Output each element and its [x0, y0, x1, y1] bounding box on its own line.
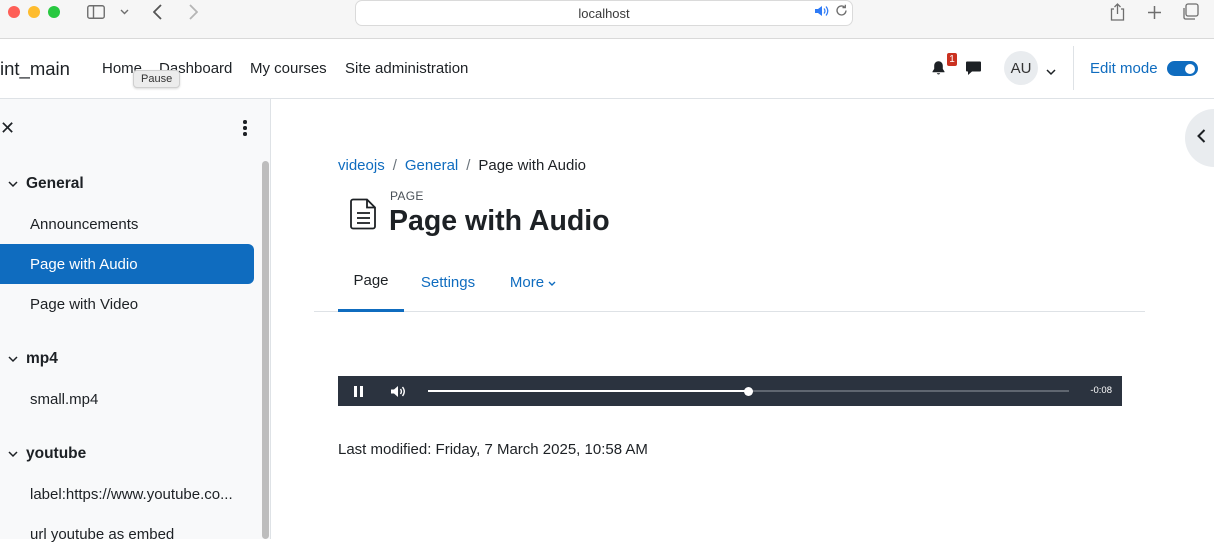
course-item-page-with-audio[interactable]: Page with Audio [0, 244, 254, 284]
remaining-time: -0:08 [1090, 385, 1112, 396]
more-options-icon[interactable] [243, 120, 247, 136]
chevron-down-icon [0, 180, 26, 188]
site-brand[interactable]: int_main [0, 58, 70, 80]
section-mp4[interactable]: mp4 [0, 350, 58, 368]
chevron-left-icon [1197, 128, 1206, 148]
chevron-down-icon [0, 450, 26, 458]
close-window-button[interactable] [8, 6, 20, 18]
url-text: localhost [578, 5, 630, 21]
section-title: General [26, 175, 84, 192]
audio-player: -0:08 [338, 376, 1122, 406]
course-item-label: Announcements [30, 215, 139, 233]
share-icon[interactable] [1108, 0, 1126, 24]
drawer-scrollbar[interactable] [262, 161, 269, 539]
chevron-down-icon [0, 355, 26, 363]
activity-type-label: PAGE [390, 189, 424, 203]
course-item-label: label:https://www.youtube.co... [30, 485, 233, 503]
course-item-small-mp4[interactable]: small.mp4 [0, 379, 254, 419]
breadcrumb-separator: / [466, 157, 471, 174]
secondary-navigation: Page Settings More [314, 252, 1145, 312]
progress-played [428, 390, 749, 392]
notification-count-badge: 1 [947, 53, 957, 66]
page-document-icon [350, 198, 378, 235]
progress-handle[interactable] [744, 386, 753, 396]
open-block-drawer-button[interactable] [1185, 109, 1214, 167]
breadcrumb-section-link[interactable]: General [405, 157, 458, 174]
sidebar-toggle-icon[interactable] [86, 0, 106, 24]
section-youtube[interactable]: youtube [0, 445, 86, 463]
course-item-page-with-video[interactable]: Page with Video [0, 284, 254, 324]
chevron-down-icon [548, 274, 556, 291]
tab-overview-icon[interactable] [1181, 0, 1201, 24]
tab-page[interactable]: Page [338, 252, 404, 312]
zoom-window-button[interactable] [48, 6, 60, 18]
breadcrumb: videojs / General / Page with Audio [338, 157, 586, 174]
navbar-divider [1073, 46, 1074, 90]
browser-toolbar: localhost [0, 0, 1214, 39]
messages-icon[interactable] [965, 60, 982, 81]
forward-icon[interactable] [186, 0, 200, 24]
section-general[interactable]: General [0, 175, 84, 193]
close-drawer-icon[interactable]: ✕ [0, 118, 15, 139]
breadcrumb-current: Page with Audio [478, 157, 586, 174]
new-tab-icon[interactable] [1145, 0, 1163, 24]
course-item-youtube-label[interactable]: label:https://www.youtube.co... [0, 474, 254, 514]
course-item-label: Page with Video [30, 295, 139, 313]
breadcrumb-course-link[interactable]: videojs [338, 157, 385, 174]
course-item-announcements[interactable]: Announcements [0, 204, 254, 244]
pause-tooltip: Pause [133, 70, 181, 88]
tab-more[interactable]: More [504, 252, 562, 312]
user-avatar[interactable]: AU [1004, 51, 1038, 85]
section-title: youtube [26, 445, 87, 462]
minimize-window-button[interactable] [28, 6, 40, 18]
notification-bell-icon[interactable] [931, 60, 946, 81]
course-item-youtube-embed[interactable]: url youtube as embed [0, 514, 254, 554]
course-index-drawer: ✕ General Announcements Page with Audio … [0, 99, 271, 543]
chevron-down-icon[interactable] [1046, 63, 1056, 81]
tab-more-label: More [509, 273, 545, 291]
nav-site-administration-link[interactable]: Site administration [345, 60, 468, 77]
chevron-down-icon[interactable] [118, 0, 130, 24]
course-item-label: url youtube as embed [30, 525, 175, 543]
speaker-icon[interactable] [814, 5, 829, 20]
pause-button[interactable] [346, 376, 370, 406]
course-item-label: Page with Audio [30, 255, 138, 273]
course-item-label: small.mp4 [30, 390, 99, 408]
back-icon[interactable] [150, 0, 164, 24]
address-bar[interactable]: localhost [355, 0, 853, 26]
nav-my-courses-link[interactable]: My courses [250, 60, 327, 77]
breadcrumb-separator: / [392, 157, 397, 174]
last-modified-text: Last modified: Friday, 7 March 2025, 10:… [338, 441, 648, 458]
progress-bar[interactable] [428, 386, 1069, 396]
section-title: mp4 [26, 350, 58, 367]
reload-icon[interactable] [835, 4, 848, 20]
edit-mode-toggle[interactable] [1167, 61, 1198, 76]
tab-settings[interactable]: Settings [414, 252, 482, 312]
page-title: Page with Audio [389, 205, 610, 237]
edit-mode-label[interactable]: Edit mode [1090, 60, 1158, 77]
volume-button[interactable] [386, 376, 410, 406]
